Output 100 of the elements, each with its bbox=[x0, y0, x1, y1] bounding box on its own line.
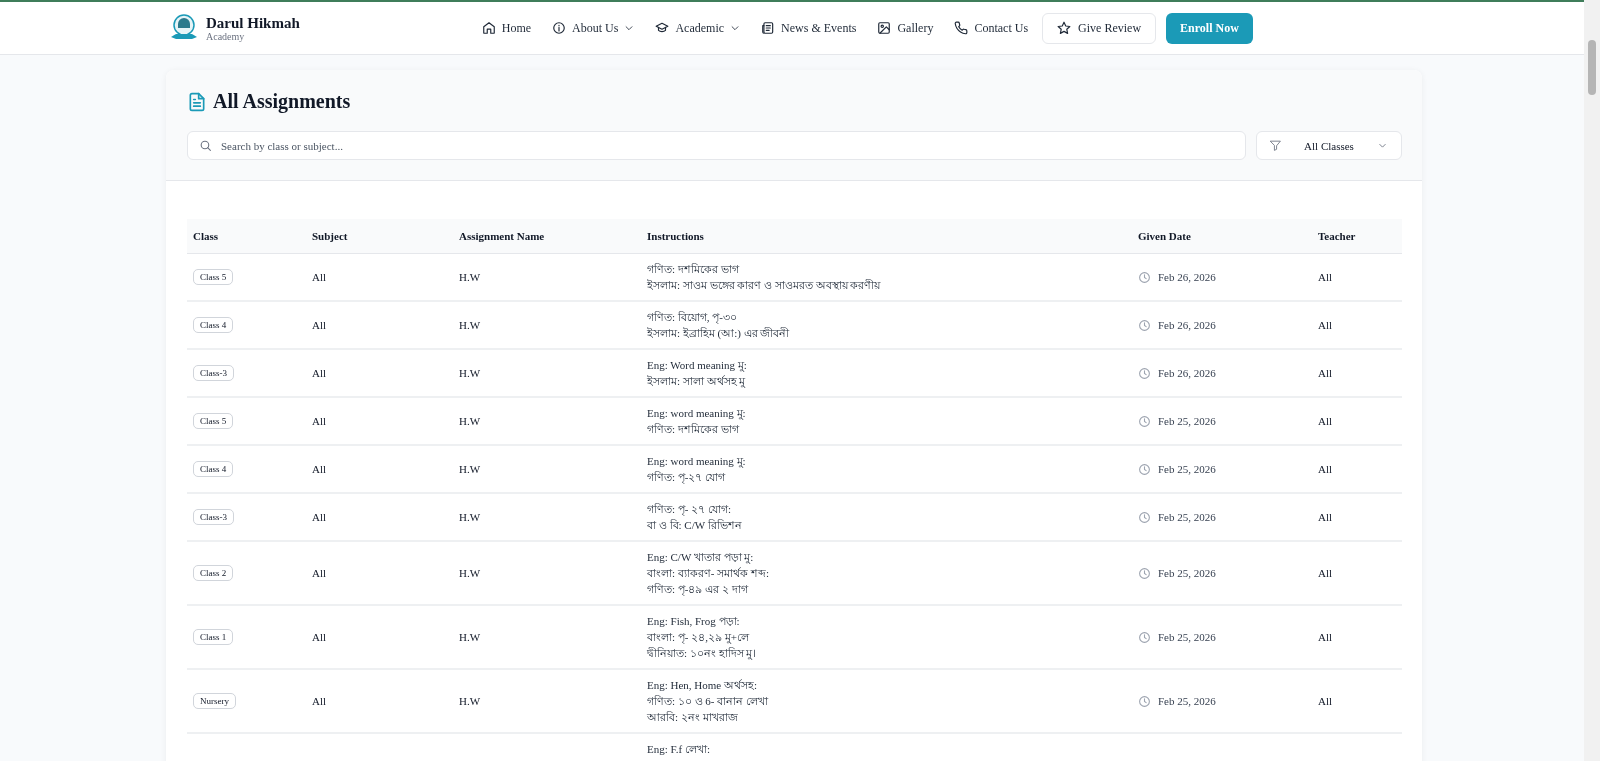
table-cell: Feb 25, 2026 bbox=[1158, 415, 1216, 427]
home-icon bbox=[481, 21, 496, 35]
table-cell: Feb 25, 2026 bbox=[1158, 567, 1216, 579]
clock-icon bbox=[1138, 462, 1151, 476]
instruction-line: গণিত: ১০ ও 6- বানান লেখা bbox=[647, 695, 768, 707]
instruction-line: Eng: word meaning মু: bbox=[647, 455, 746, 467]
table-cell: H.W bbox=[459, 319, 481, 331]
column-header: Given Date bbox=[1132, 219, 1312, 254]
give-review-button[interactable]: Give Review bbox=[1042, 12, 1157, 44]
column-header: Class bbox=[187, 219, 306, 254]
chevron-down-icon bbox=[730, 23, 741, 33]
table-cell: H.W bbox=[459, 367, 481, 379]
instruction-line: ইসলাম: ইব্রাহিম (আ:) এর জীবনী bbox=[647, 327, 790, 339]
search-icon bbox=[199, 139, 212, 152]
instruction-line: গণিত: দশমিকের ভাগ bbox=[647, 423, 739, 435]
clock-icon bbox=[1138, 630, 1151, 644]
instruction-line: গণিত: দশমিকের ভাগ bbox=[647, 263, 739, 275]
instruction-line: Eng: word meaning মু: bbox=[647, 407, 746, 419]
table-cell: All bbox=[312, 567, 327, 579]
clock-icon bbox=[1138, 318, 1151, 332]
nav-link[interactable]: Academic bbox=[655, 20, 741, 36]
class-tag: Class 5 bbox=[193, 413, 234, 429]
class-tag: Class 1 bbox=[193, 629, 234, 645]
filter-icon bbox=[1269, 139, 1282, 152]
class-tag: Class 5 bbox=[193, 269, 234, 285]
nav-link[interactable]: Gallery bbox=[877, 20, 934, 36]
table-cell: Feb 26, 2026 bbox=[1158, 319, 1216, 331]
class-tag: Class-3 bbox=[193, 365, 234, 381]
nav-link[interactable]: Contact Us bbox=[954, 20, 1029, 36]
instruction-line: দ্বীনিয়াত: ১০নং হাদিস মু। bbox=[647, 647, 757, 659]
table-cell: Feb 25, 2026 bbox=[1158, 463, 1216, 475]
table-cell: All bbox=[1318, 631, 1333, 643]
class-filter-dropdown[interactable]: All Classes bbox=[1256, 131, 1402, 160]
instruction-line: বাংলা: পৃ- ২৪,২৯ মু+লে bbox=[647, 631, 749, 643]
table-cell: H.W bbox=[459, 511, 481, 523]
chevron-down-icon bbox=[624, 23, 635, 33]
table-cell: All bbox=[1318, 695, 1333, 707]
instruction-line: বাংলা: ব্যাকরণ- সমার্থক শব্দ: bbox=[647, 567, 770, 579]
class-tag: Class 2 bbox=[193, 565, 234, 581]
table-cell: All bbox=[312, 511, 327, 523]
instruction-line: Eng: F.f লেখা: bbox=[647, 743, 710, 755]
newspaper-icon bbox=[761, 21, 776, 35]
image-icon bbox=[877, 21, 892, 35]
table-cell: Feb 26, 2026 bbox=[1158, 367, 1216, 379]
instruction-line: গণিত: পৃ-৪৯ এর ২ দাগ bbox=[647, 583, 748, 595]
table-cell: All bbox=[1318, 271, 1333, 283]
table-cell: H.W bbox=[459, 567, 481, 579]
table-cell: All bbox=[1318, 511, 1333, 523]
clock-icon bbox=[1138, 694, 1151, 708]
instruction-line: ইসলাম: সালা অর্থসহ মু bbox=[647, 375, 746, 387]
table-cell: H.W bbox=[459, 631, 481, 643]
instruction-line: গণিত: বিয়োগ, পৃ-৩০ bbox=[647, 311, 737, 323]
table-cell: Feb 25, 2026 bbox=[1158, 695, 1216, 707]
table-cell: All bbox=[1318, 415, 1333, 427]
info-icon bbox=[552, 21, 567, 35]
nav-link[interactable]: Home bbox=[481, 20, 532, 36]
table-cell: H.W bbox=[459, 463, 481, 475]
table-cell: All bbox=[1318, 567, 1333, 579]
clock-icon bbox=[1138, 270, 1151, 284]
table-cell: Feb 25, 2026 bbox=[1158, 631, 1216, 643]
instruction-line: Eng: Word meaning মু: bbox=[647, 359, 747, 371]
phone-icon bbox=[954, 21, 969, 35]
column-header: Subject bbox=[306, 219, 453, 254]
class-tag: Class 4 bbox=[193, 317, 234, 333]
table-cell: All bbox=[312, 631, 327, 643]
table-cell: All bbox=[312, 463, 327, 475]
table-cell: All bbox=[312, 271, 327, 283]
scrollbar[interactable] bbox=[1584, 0, 1600, 761]
instruction-line: ইসলাম: সাওম ভঙ্গের কারণ ও সাওমরত অবস্থায় করণীয় bbox=[647, 279, 881, 291]
clock-icon bbox=[1138, 510, 1151, 524]
column-header: Assignment Name bbox=[453, 219, 641, 254]
class-tag: Class 4 bbox=[193, 461, 234, 477]
class-tag: Class-3 bbox=[193, 509, 234, 525]
table-cell: H.W bbox=[459, 271, 481, 283]
clock-icon bbox=[1138, 414, 1151, 428]
document-icon bbox=[187, 91, 207, 112]
instruction-line: Eng: C/W খাতার পড়া মু: bbox=[647, 551, 754, 563]
class-tag: Nursery bbox=[193, 693, 236, 709]
instruction-line: আরবি: ২নং মাখরাজ bbox=[647, 711, 738, 723]
graduation-cap-icon bbox=[655, 21, 670, 35]
table-cell: H.W bbox=[459, 415, 481, 427]
instruction-line: Eng: Fish, Frog পড়া: bbox=[647, 615, 740, 627]
table-cell: Feb 25, 2026 bbox=[1158, 511, 1216, 523]
column-header: Teacher bbox=[1312, 219, 1402, 254]
instruction-line: গণিত: পৃ-২৭ যোগ bbox=[647, 471, 726, 483]
search-field[interactable]: Search by class or subject... bbox=[187, 131, 1246, 160]
table-cell: All bbox=[1318, 319, 1333, 331]
clock-icon bbox=[1138, 366, 1151, 380]
brand-name[interactable]: Darul Hikmah bbox=[206, 14, 300, 31]
table-cell: All bbox=[1318, 367, 1333, 379]
table-cell: All bbox=[312, 319, 327, 331]
nav-link[interactable]: News & Events bbox=[761, 20, 857, 36]
table-cell: All bbox=[1318, 463, 1333, 475]
table-cell: All bbox=[312, 415, 327, 427]
star-icon bbox=[1057, 21, 1072, 35]
nav-link[interactable]: About Us bbox=[552, 20, 635, 36]
table-cell: All bbox=[312, 695, 327, 707]
instruction-line: Eng: Hen, Home অর্থসহ: bbox=[647, 679, 758, 691]
table-cell: Feb 26, 2026 bbox=[1158, 271, 1216, 283]
clock-icon bbox=[1138, 566, 1151, 580]
